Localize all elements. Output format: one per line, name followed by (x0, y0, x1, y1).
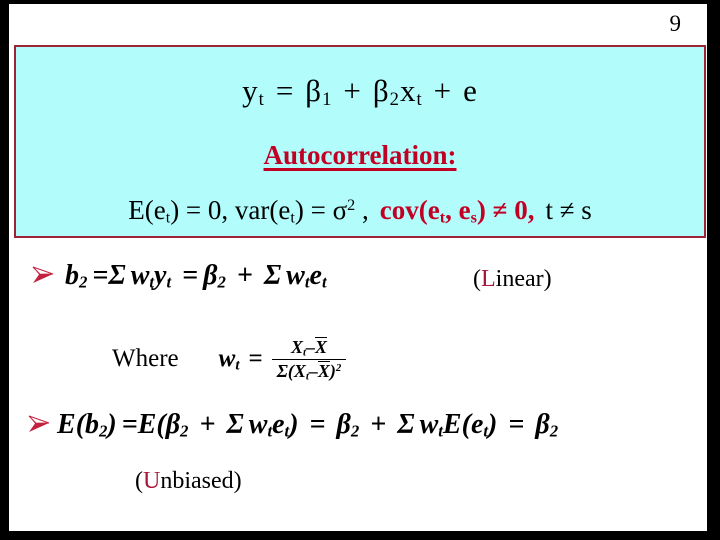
slide-canvas: 9 yt = β1 + β2xt + e Autocorrelation: E(et) = … (0, 0, 720, 540)
equals-E-open: =E( (121, 409, 166, 440)
assumption-line: E(et) = 0, var(et) = σ2 , cov(et, es) ≠ 0… (16, 195, 704, 226)
plus-sign-3: + (370, 409, 387, 440)
b2-symbol: b (65, 260, 79, 291)
plus-sign-2: + (199, 409, 216, 440)
fraction-numerator: Xt–X (286, 337, 332, 359)
section-heading: Autocorrelation: (263, 140, 457, 170)
unbiased-property-tag: (Unbiased) (135, 468, 242, 495)
weight-w-2: w (286, 260, 305, 291)
bullet-line-unbiased: E(b2) =E(β2 + Σwtet) = β2 + ΣwtE(et) = β2 (27, 409, 558, 441)
unbiased-rest: nbiased) (160, 468, 242, 494)
b2-equals-sum: =Σ (92, 260, 126, 291)
where-label: Where (112, 344, 179, 372)
equals-3: = (508, 409, 525, 440)
paren-close-1: ) (107, 409, 117, 440)
expectation-formula: E(b2) =E(β2 + Σwtet) = β2 + ΣwtE(et) = β2 (57, 409, 558, 441)
index-condition: t ≠ s (545, 195, 592, 225)
paren-open-1: ( (75, 409, 86, 440)
y-symbol: y (154, 260, 167, 291)
paren-close-2: ) (289, 409, 299, 440)
linear-property-tag: (Linear) (473, 266, 552, 293)
model-equation: yt = β1 + β2xt + e (16, 73, 704, 109)
beta-subscript-2: 2 (180, 421, 189, 441)
second-equals: = (182, 260, 199, 291)
cov-close: ) ≠ 0, (476, 195, 535, 225)
model-beta2-subscript: 2 (389, 89, 400, 111)
y-subscript: t (166, 272, 172, 292)
arrow-bullet-icon (31, 264, 57, 286)
unbiased-paren-open: ( (135, 468, 143, 494)
model-x: x (399, 73, 417, 108)
den-exponent: 2 (335, 362, 342, 375)
weight-w-1: w (130, 260, 150, 291)
paren-close-3: ) (488, 409, 498, 440)
weight-definition-lhs: wt (219, 345, 240, 373)
where-equals: = (248, 344, 263, 372)
unbiased-initial: U (143, 468, 161, 494)
den-xbar: X (317, 361, 330, 381)
model-beta2: β (372, 73, 390, 108)
linear-initial: L (481, 266, 496, 292)
weight-w-4: w (419, 409, 439, 440)
model-beta1-subscript: 1 (322, 89, 333, 111)
model-plus-1: + (343, 73, 362, 108)
page-number: 9 (669, 11, 682, 36)
bullet-line-linear: b2 =Σ wtyt = β2 + Σwtet (31, 260, 327, 292)
where-definition: Where wt = Xt–X Σ(Xt–X)2 (112, 336, 347, 382)
expectation-E-1: E (57, 409, 76, 440)
mean-open: E(e (128, 195, 166, 225)
fraction-denominator: Σ(Xt–X)2 (272, 360, 347, 382)
cov-mid: , e (445, 195, 471, 225)
model-beta1: β (305, 73, 323, 108)
den-minus: – (308, 361, 318, 381)
beta-symbol-3: β (336, 409, 351, 440)
assumptions-box: yt = β1 + β2xt + e Autocorrelation: E(et) = 0,… (14, 45, 706, 238)
paren-open-3: ( (461, 409, 471, 440)
expectation-E-2: E (442, 409, 462, 440)
assumption-comma: , (355, 195, 369, 225)
beta-symbol-2: β (165, 409, 181, 440)
error-e-3: e (470, 409, 484, 440)
error-e-subscript: t (321, 272, 327, 292)
error-e: e (309, 260, 322, 291)
summation-symbol-2: Σ (226, 409, 244, 440)
summation-symbol: Σ (263, 260, 282, 291)
den-x: X (293, 361, 306, 381)
num-xbar: X (315, 337, 328, 357)
model-error: e (463, 73, 478, 108)
num-minus: – (306, 337, 316, 357)
beta-symbol: β (203, 260, 218, 291)
model-equals: = (275, 73, 295, 108)
variance-open: ) = 0, var(e (170, 195, 291, 225)
model-y-subscript: t (258, 89, 265, 111)
b2-symbol-2: b (85, 409, 100, 440)
covariance-assumption: cov(et, es) ≠ 0, (379, 195, 535, 226)
beta-subscript-4: 2 (549, 421, 559, 441)
weight-w-3: w (248, 409, 268, 440)
cov-open: cov(e (379, 195, 440, 225)
wt-symbol: w (218, 344, 236, 372)
wt-subscript: t (235, 356, 240, 373)
linear-rest: inear) (495, 266, 552, 292)
sigma-symbol: σ (332, 195, 348, 225)
beta-subscript-3: 2 (350, 421, 360, 441)
plus-sign: + (236, 260, 253, 291)
variance-equals: ) = (294, 195, 333, 225)
b2-formula: b2 =Σ wtyt = β2 + Σwtet (65, 260, 327, 292)
num-x: X (291, 337, 304, 357)
linear-paren-open: ( (473, 266, 481, 292)
b2-subscript: 2 (79, 272, 88, 292)
error-e-2: e (272, 409, 285, 440)
arrow-bullet-icon (27, 413, 53, 435)
beta-subscript: 2 (217, 272, 226, 292)
weight-fraction: Xt–X Σ(Xt–X)2 (271, 337, 347, 382)
summation-symbol-3: Σ (397, 409, 415, 440)
model-x-subscript: t (416, 89, 423, 111)
mean-assumption: E(et) = 0, var(et) = σ2 , (128, 195, 369, 226)
den-sum-open: Σ( (276, 361, 294, 381)
model-y: y (242, 73, 259, 108)
equals-2: = (309, 409, 326, 440)
beta-symbol-4: β (535, 409, 550, 440)
model-plus-2: + (433, 73, 453, 108)
